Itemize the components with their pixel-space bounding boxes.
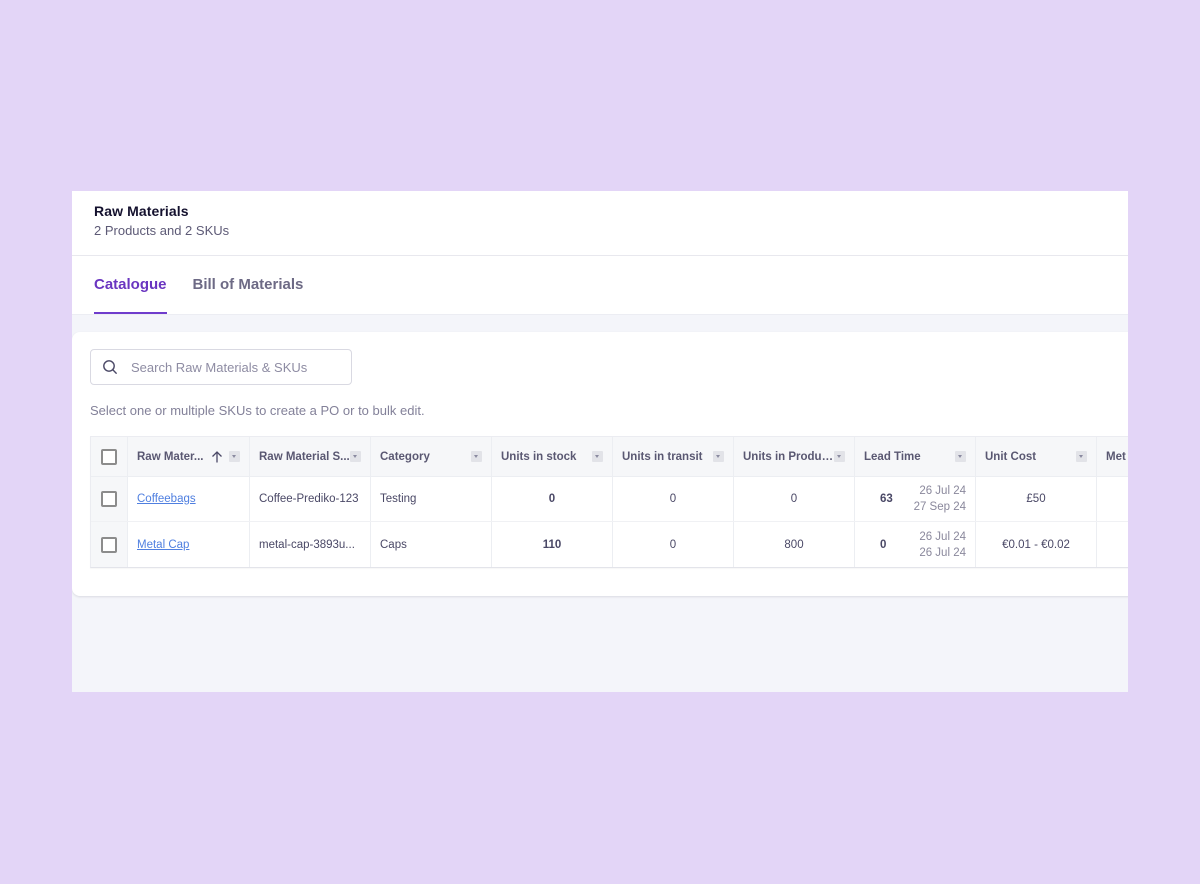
column-label: Raw Material S... <box>259 451 350 463</box>
units-in-transit-cell: 0 <box>613 477 734 521</box>
sku-value: metal-cap-3893u... <box>259 539 355 551</box>
column-menu-button[interactable] <box>1076 451 1087 462</box>
page-title: Raw Materials <box>94 203 1106 219</box>
units-in-production-value: 0 <box>791 493 797 505</box>
raw-material-link[interactable]: Metal Cap <box>137 539 189 551</box>
tab-bar: Catalogue Bill of Materials <box>72 256 1128 315</box>
units-in-production-value: 800 <box>784 539 803 551</box>
units-in-production-cell: 800 <box>734 522 855 567</box>
column-menu-button[interactable] <box>713 451 724 462</box>
column-menu-button[interactable] <box>592 451 603 462</box>
raw-material-cell: Coffeebags <box>128 477 250 521</box>
search-box[interactable] <box>90 349 352 385</box>
lead-time-start: 26 Jul 24 <box>919 529 966 545</box>
unit-cost-value: €0.01 - €0.02 <box>1002 539 1070 551</box>
column-label: Category <box>380 451 471 463</box>
category-value: Caps <box>380 539 407 551</box>
lead-time-start: 26 Jul 24 <box>919 483 966 499</box>
unit-cost-value: £50 <box>1026 493 1045 505</box>
sku-cell: metal-cap-3893u... <box>250 522 371 567</box>
lead-time-dates: 26 Jul 24 26 Jul 24 <box>919 529 966 561</box>
table-row: Coffeebags Coffee-Prediko-123 Testing 0 … <box>91 477 1128 522</box>
tab-bill-of-materials[interactable]: Bill of Materials <box>193 276 304 314</box>
column-menu-button[interactable] <box>350 451 361 462</box>
column-header-sku[interactable]: Raw Material S... <box>250 437 371 476</box>
column-header-met[interactable]: Met <box>1097 437 1128 476</box>
column-header-units-in-production[interactable]: Units in Produc... <box>734 437 855 476</box>
column-header-units-in-transit[interactable]: Units in transit <box>613 437 734 476</box>
unit-cost-cell: £50 <box>976 477 1097 521</box>
raw-material-link[interactable]: Coffeebags <box>137 493 196 505</box>
column-header-units-in-stock[interactable]: Units in stock <box>492 437 613 476</box>
search-input[interactable] <box>131 360 331 375</box>
raw-material-cell: Metal Cap <box>128 522 250 567</box>
lead-time-end: 27 Sep 24 <box>914 499 966 515</box>
row-select-cell <box>91 522 128 567</box>
column-header-lead-time[interactable]: Lead Time <box>855 437 976 476</box>
lead-time-cell: 0 26 Jul 24 26 Jul 24 <box>855 522 976 567</box>
column-label: Units in transit <box>622 451 713 463</box>
column-label: Raw Mater... <box>137 451 210 463</box>
sort-ascending-icon[interactable] <box>210 450 224 464</box>
sku-value: Coffee-Prediko-123 <box>259 493 359 505</box>
lead-time-cell: 63 26 Jul 24 27 Sep 24 <box>855 477 976 521</box>
unit-cost-cell: €0.01 - €0.02 <box>976 522 1097 567</box>
column-header-raw-material[interactable]: Raw Mater... <box>128 437 250 476</box>
met-cell <box>1097 477 1128 521</box>
page-header: Raw Materials 2 Products and 2 SKUs <box>72 191 1128 256</box>
select-all-cell <box>91 437 128 476</box>
column-menu-button[interactable] <box>834 451 845 462</box>
column-header-category[interactable]: Category <box>371 437 492 476</box>
app-window: Raw Materials 2 Products and 2 SKUs Cata… <box>72 191 1128 692</box>
units-in-stock-cell: 110 <box>492 522 613 567</box>
table-row: Metal Cap metal-cap-3893u... Caps 110 0 … <box>91 522 1128 567</box>
column-menu-button[interactable] <box>471 451 482 462</box>
selection-hint: Select one or multiple SKUs to create a … <box>90 403 425 418</box>
lead-time-end: 26 Jul 24 <box>919 545 966 561</box>
lead-time-days: 63 <box>880 493 893 505</box>
sku-cell: Coffee-Prediko-123 <box>250 477 371 521</box>
category-cell: Testing <box>371 477 492 521</box>
page-subtitle: 2 Products and 2 SKUs <box>94 222 1106 239</box>
units-in-stock-cell: 0 <box>492 477 613 521</box>
row-checkbox[interactable] <box>101 537 117 553</box>
lead-time-dates: 26 Jul 24 27 Sep 24 <box>914 483 966 515</box>
category-value: Testing <box>380 493 416 505</box>
units-in-transit-value: 0 <box>670 493 676 505</box>
units-in-transit-value: 0 <box>670 539 676 551</box>
table-header-row: Raw Mater... Raw Material S... Category <box>91 437 1128 477</box>
column-menu-button[interactable] <box>229 451 240 462</box>
column-label: Units in stock <box>501 451 592 463</box>
met-cell <box>1097 522 1128 567</box>
tab-catalogue[interactable]: Catalogue <box>94 276 167 314</box>
column-label: Met <box>1106 451 1128 463</box>
column-label: Units in Produc... <box>743 451 834 463</box>
lead-time-days: 0 <box>880 539 886 551</box>
row-select-cell <box>91 477 128 521</box>
column-menu-button[interactable] <box>955 451 966 462</box>
units-in-transit-cell: 0 <box>613 522 734 567</box>
row-checkbox[interactable] <box>101 491 117 507</box>
column-label: Lead Time <box>864 451 955 463</box>
select-all-checkbox[interactable] <box>101 449 117 465</box>
column-label: Unit Cost <box>985 451 1076 463</box>
category-cell: Caps <box>371 522 492 567</box>
units-in-stock-value: 110 <box>543 539 562 551</box>
catalogue-card: Select one or multiple SKUs to create a … <box>72 332 1128 596</box>
raw-materials-table: Raw Mater... Raw Material S... Category <box>90 436 1128 568</box>
units-in-production-cell: 0 <box>734 477 855 521</box>
column-header-unit-cost[interactable]: Unit Cost <box>976 437 1097 476</box>
search-icon <box>102 359 118 375</box>
units-in-stock-value: 0 <box>549 493 555 505</box>
